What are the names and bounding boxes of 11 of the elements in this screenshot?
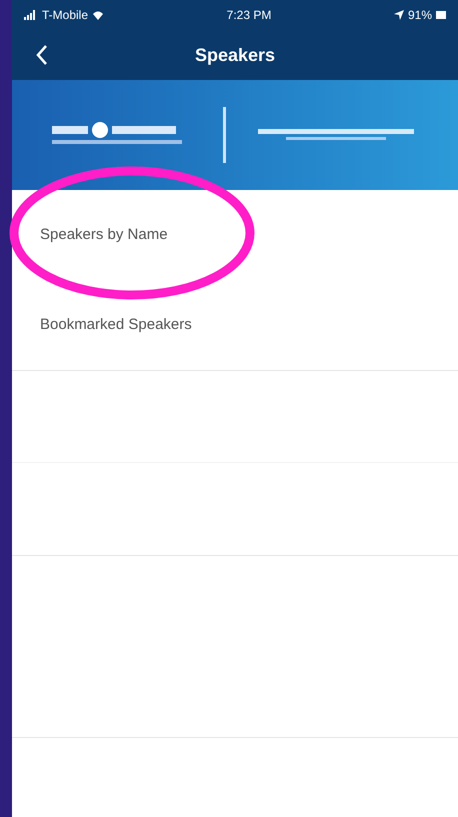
menu-item[interactable]: Speakers by Name: [12, 190, 458, 280]
wifi-icon: [92, 10, 104, 20]
location-icon: [394, 10, 404, 20]
signal-icon: [24, 10, 38, 20]
battery-icon: [436, 11, 446, 19]
time-label: 7:23 PM: [226, 7, 272, 24]
back-icon: [36, 44, 48, 66]
battery-label: 91%: [408, 7, 432, 24]
carrier-label: T-Mobile: [42, 7, 88, 24]
menu-item[interactable]: Bookmarked Speakers: [12, 280, 458, 370]
page-title: Speakers: [194, 44, 276, 67]
